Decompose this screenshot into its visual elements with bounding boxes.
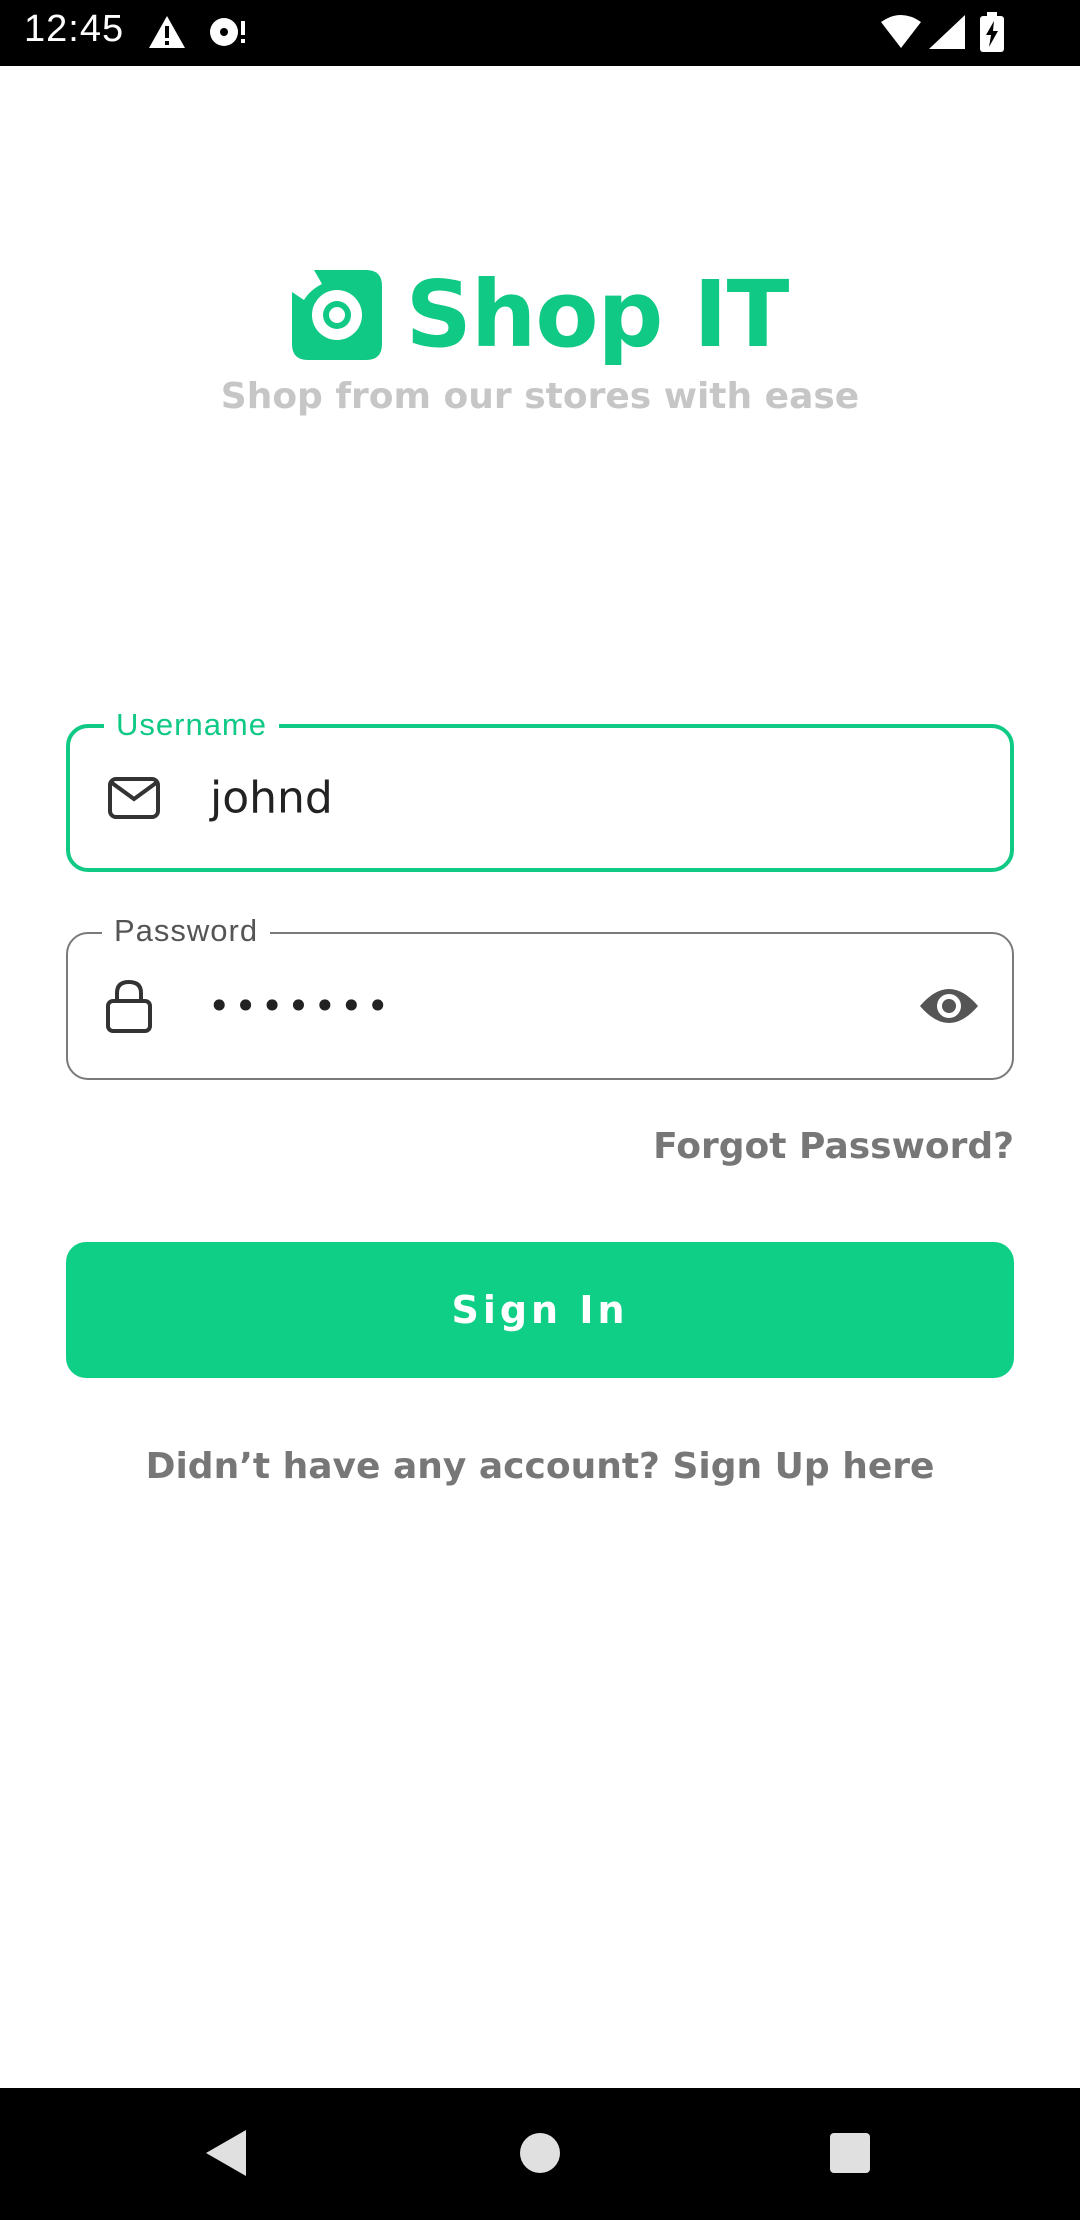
status-bar: 12:45 bbox=[0, 0, 1080, 66]
status-time: 12:45 bbox=[24, 8, 125, 50]
sign-in-button[interactable]: Sign In bbox=[66, 1242, 1014, 1378]
username-field[interactable]: Username johnd bbox=[66, 702, 1014, 872]
sign-up-link[interactable]: Didn’t have any account? Sign Up here bbox=[0, 1446, 1080, 1487]
warning-icon bbox=[149, 16, 185, 48]
app-title: Shop IT bbox=[405, 261, 790, 368]
recents-icon[interactable] bbox=[829, 2132, 871, 2174]
eye-icon[interactable] bbox=[918, 984, 980, 1028]
username-label: Username bbox=[104, 702, 279, 748]
password-label: Password bbox=[102, 908, 271, 954]
password-input[interactable]: ••••••• bbox=[208, 984, 393, 1028]
app-header: Shop IT bbox=[0, 262, 1080, 368]
media-icon bbox=[210, 18, 245, 46]
wifi-icon bbox=[881, 15, 921, 48]
battery-charging-icon bbox=[980, 12, 1004, 52]
password-field[interactable]: Password ••••••• bbox=[66, 908, 1014, 1080]
forgot-password-link[interactable]: Forgot Password? bbox=[653, 1126, 1014, 1167]
lock-icon bbox=[106, 979, 152, 1033]
shop-it-logo-icon bbox=[291, 270, 382, 360]
navigation-bar bbox=[0, 2088, 1080, 2220]
signal-icon bbox=[929, 15, 965, 49]
app-subtitle: Shop from our stores with ease bbox=[220, 376, 860, 417]
back-icon[interactable] bbox=[204, 2128, 248, 2178]
home-icon[interactable] bbox=[519, 2132, 561, 2174]
username-input[interactable]: johnd bbox=[210, 773, 333, 824]
mail-icon bbox=[108, 777, 160, 819]
